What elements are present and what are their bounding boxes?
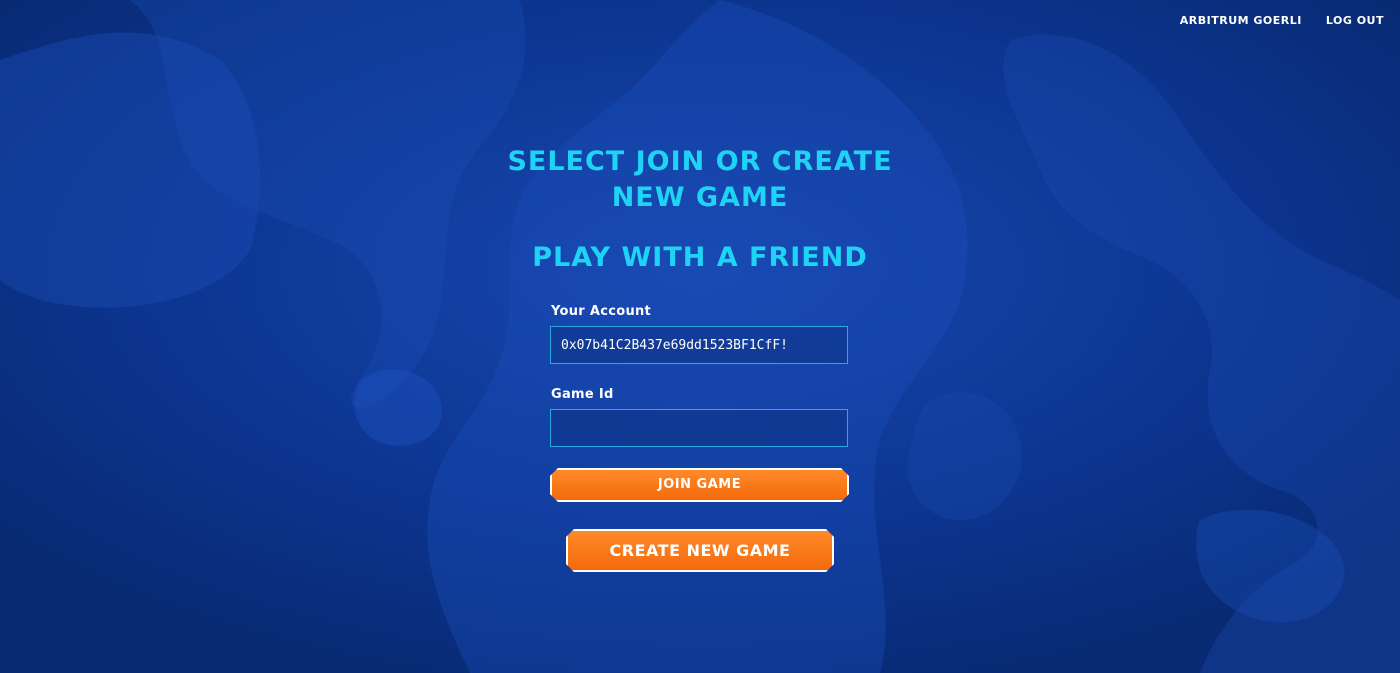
section-subtitle: PLAY WITH A FRIEND	[532, 242, 868, 273]
page-title-line1: SELECT JOIN OR CREATE	[507, 146, 893, 177]
top-navigation: ARBITRUM GOERLI LOG OUT	[1180, 14, 1384, 27]
create-new-game-button[interactable]: CREATE NEW GAME	[566, 529, 834, 572]
network-link[interactable]: ARBITRUM GOERLI	[1180, 14, 1302, 27]
page-title-line2: NEW GAME	[611, 182, 789, 213]
account-field[interactable]	[550, 326, 848, 364]
logout-link[interactable]: LOG OUT	[1326, 14, 1384, 27]
join-game-button[interactable]: JOIN GAME	[550, 468, 849, 502]
game-id-label: Game Id	[551, 387, 614, 402]
game-id-field[interactable]	[550, 409, 848, 447]
page-title: SELECT JOIN OR CREATE NEW GAME	[450, 144, 950, 216]
account-label: Your Account	[551, 304, 652, 319]
